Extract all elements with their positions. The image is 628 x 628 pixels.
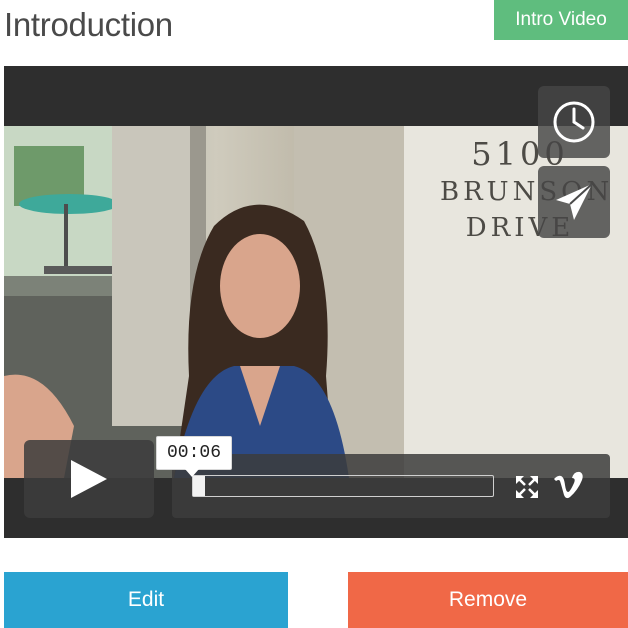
intro-video-badge[interactable]: Intro Video [494,0,628,40]
share-button[interactable] [538,166,610,238]
edit-button[interactable]: Edit [4,572,288,628]
vimeo-icon[interactable] [552,470,584,500]
time-tooltip: 00:06 [156,436,232,477]
video-player[interactable]: 5100 BRUNSON DRIVE 00:06 [4,66,628,538]
play-button[interactable] [24,440,154,518]
progress-fill [193,476,205,496]
remove-button[interactable]: Remove [348,572,628,628]
control-bar [172,454,610,518]
watch-later-button[interactable] [538,86,610,158]
clock-icon [553,101,595,143]
send-icon [556,183,593,220]
play-icon [71,460,107,498]
progress-bar[interactable] [192,475,494,497]
page-title: Introduction [4,6,173,43]
fullscreen-icon[interactable] [514,474,540,500]
